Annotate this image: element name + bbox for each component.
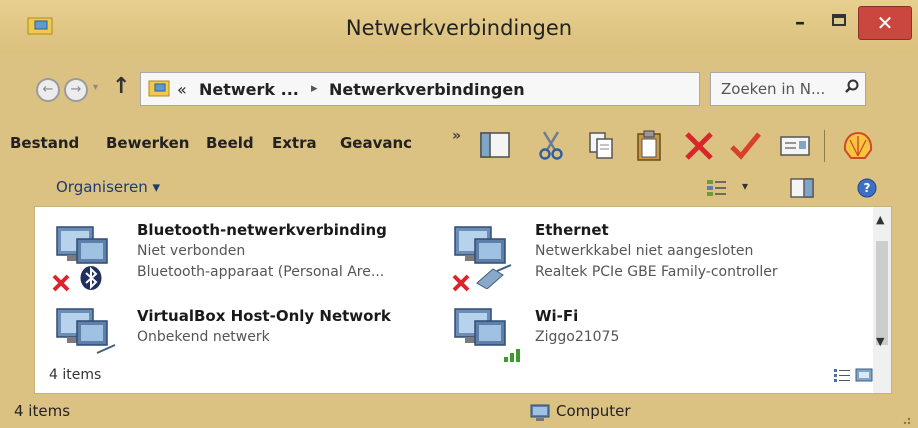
- menu-overflow-button[interactable]: »: [452, 128, 461, 144]
- toolbar-divider: [824, 130, 825, 162]
- menu-extra[interactable]: Extra: [272, 134, 317, 152]
- status-location: Computer: [556, 402, 631, 420]
- recent-locations-dropdown[interactable]: ▾: [93, 82, 98, 93]
- list-item[interactable]: Wi-Fi Ziggo21075: [439, 295, 869, 365]
- connection-status: Netwerkkabel niet aangesloten: [535, 243, 754, 259]
- search-input[interactable]: Zoeken in N...: [710, 72, 866, 106]
- menu-bar: Bestand Bewerken Beeld Extra Geavanc »: [0, 124, 918, 170]
- close-button[interactable]: ✕: [858, 6, 912, 40]
- view-options-dropdown[interactable]: ▾: [742, 179, 748, 193]
- navigation-bar: ← → ▾ ↑ « Netwerk ... ▸ Netwerkverbindin…: [0, 54, 918, 124]
- connection-status: Onbekend netwerk: [137, 329, 270, 345]
- properties-icon[interactable]: [778, 128, 812, 162]
- forward-button[interactable]: →: [64, 78, 88, 102]
- connection-name: Ethernet: [535, 221, 609, 239]
- shell-logo-icon[interactable]: [840, 128, 876, 164]
- details-view-icon[interactable]: [833, 367, 851, 383]
- svg-text:?: ?: [864, 181, 871, 195]
- scroll-thumb[interactable]: [876, 241, 888, 345]
- delete-icon[interactable]: [682, 128, 716, 162]
- list-item[interactable]: Bluetooth-netwerkverbinding Niet verbond…: [35, 207, 435, 295]
- disconnected-x-icon: [452, 274, 470, 292]
- connection-name: VirtualBox Host-Only Network: [137, 307, 391, 325]
- maximize-icon: [832, 14, 846, 26]
- status-item-count: 4 items: [14, 402, 71, 420]
- breadcrumb-separator[interactable]: ▸: [311, 81, 318, 96]
- tiles-view-icon[interactable]: [855, 367, 873, 383]
- menu-bestand[interactable]: Bestand: [10, 134, 79, 152]
- menu-beeld[interactable]: Beeld: [206, 134, 254, 152]
- minimize-button[interactable]: –: [780, 6, 820, 38]
- network-connections-icon: [148, 80, 170, 97]
- paste-icon[interactable]: [632, 128, 666, 162]
- connections-list: Bluetooth-netwerkverbinding Niet verbond…: [34, 206, 892, 394]
- bluetooth-icon: [80, 266, 102, 290]
- resize-grip-icon[interactable]: [898, 412, 912, 426]
- copy-icon[interactable]: [584, 128, 618, 162]
- checkmark-icon[interactable]: [728, 128, 762, 162]
- up-button[interactable]: ↑: [112, 74, 130, 99]
- command-bar: Organiseren ▾ ▾ ?: [0, 170, 918, 206]
- connection-name: Wi-Fi: [535, 307, 579, 325]
- breadcrumb-current[interactable]: Netwerkverbindingen: [329, 80, 525, 99]
- back-button[interactable]: ←: [36, 78, 60, 102]
- network-adapter-icon: [56, 308, 116, 354]
- disconnected-x-icon: [52, 274, 70, 292]
- menu-geavanceerd[interactable]: Geavanc: [340, 134, 412, 152]
- connection-device: Realtek PCIe GBE Family-controller: [535, 264, 778, 280]
- search-placeholder: Zoeken in N...: [721, 80, 826, 98]
- status-bar: 4 items Computer: [0, 396, 918, 428]
- connection-name: Bluetooth-netwerkverbinding: [137, 221, 387, 239]
- organize-button[interactable]: Organiseren ▾: [56, 178, 160, 196]
- change-view-icon[interactable]: [706, 178, 728, 198]
- connection-device: Bluetooth-apparaat (Personal Are...: [137, 264, 385, 280]
- item-count: 4 items: [49, 367, 102, 383]
- breadcrumb-overflow[interactable]: «: [177, 80, 187, 99]
- cut-icon[interactable]: [534, 128, 568, 162]
- maximize-button[interactable]: [820, 6, 860, 38]
- list-item[interactable]: Ethernet Netwerkkabel niet aangesloten R…: [439, 207, 869, 295]
- menu-bewerken[interactable]: Bewerken: [106, 134, 189, 152]
- title-bar[interactable]: Netwerkverbindingen – ✕: [0, 0, 918, 54]
- list-item[interactable]: VirtualBox Host-Only Network Onbekend ne…: [35, 295, 435, 365]
- connection-status: Niet verbonden: [137, 243, 246, 259]
- explorer-window: Netwerkverbindingen – ✕ ← → ▾ ↑ « Netwer…: [0, 0, 918, 428]
- help-icon[interactable]: ?: [856, 177, 878, 199]
- breadcrumb-network[interactable]: Netwerk ...: [199, 80, 299, 99]
- scroll-down-icon[interactable]: ▼: [876, 335, 884, 348]
- scroll-up-icon[interactable]: ▲: [876, 213, 884, 226]
- details-pane-icon[interactable]: [790, 177, 814, 199]
- ethernet-cable-icon: [476, 264, 512, 289]
- address-bar[interactable]: « Netwerk ... ▸ Netwerkverbindingen ⌄ ↻: [140, 72, 788, 106]
- computer-icon: [530, 404, 550, 421]
- signal-strength-icon: [504, 349, 520, 362]
- preview-pane-icon[interactable]: [478, 128, 512, 162]
- vertical-scrollbar[interactable]: ▲ ▼: [873, 207, 891, 393]
- search-icon[interactable]: [845, 79, 859, 93]
- connection-status: Ziggo21075: [535, 329, 620, 345]
